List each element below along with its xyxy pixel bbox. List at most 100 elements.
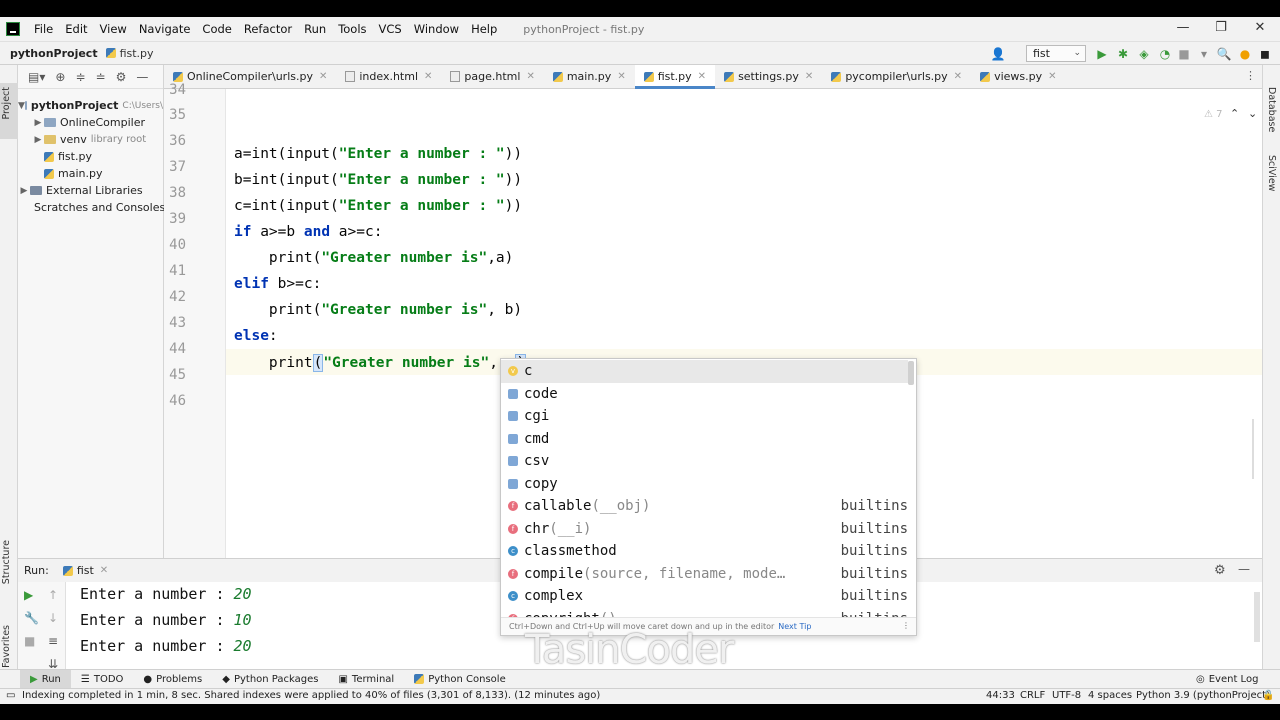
close-icon[interactable]: ✕ bbox=[617, 71, 625, 82]
soft-wrap-icon[interactable]: ≡ bbox=[48, 634, 58, 648]
menu-view[interactable]: View bbox=[94, 22, 133, 36]
line-separator[interactable]: CRLF bbox=[1020, 690, 1045, 701]
stop-icon[interactable]: ■ bbox=[24, 634, 35, 648]
chevron-up-icon[interactable]: ⌃ bbox=[1230, 107, 1239, 120]
tool-tab-todo[interactable]: ☰ TODO bbox=[71, 670, 134, 689]
indent-setting[interactable]: 4 spaces bbox=[1088, 690, 1132, 701]
python-interpreter[interactable]: Python 3.9 (pythonProject) bbox=[1136, 690, 1270, 701]
completion-item[interactable]: csv bbox=[501, 450, 908, 473]
maximize-icon[interactable]: ❐ bbox=[1211, 20, 1231, 38]
jetbrains-icon[interactable]: ◼ bbox=[1257, 46, 1273, 62]
project-tool-label[interactable]: Project bbox=[1, 87, 12, 120]
tab-main-py[interactable]: main.py ✕ bbox=[544, 65, 635, 88]
completion-item[interactable]: cgi bbox=[501, 405, 908, 428]
structure-tool-label[interactable]: Structure bbox=[1, 540, 12, 584]
user-icon[interactable]: 👤 bbox=[990, 46, 1006, 62]
console-scrollbar[interactable] bbox=[1254, 592, 1260, 642]
status-message[interactable]: Indexing completed in 1 min, 8 sec. Shar… bbox=[22, 690, 600, 701]
arrow-up-icon[interactable]: ↑ bbox=[48, 588, 58, 602]
completion-item[interactable]: c classmethod builtins bbox=[501, 540, 908, 563]
menu-run[interactable]: Run bbox=[298, 22, 332, 36]
run-tab-fist[interactable]: fist ✕ bbox=[62, 564, 108, 577]
completion-item[interactable]: code bbox=[501, 383, 908, 406]
file-encoding[interactable]: UTF-8 bbox=[1052, 690, 1081, 701]
expand-icon[interactable]: ≐ bbox=[96, 70, 106, 84]
arrow-down-icon[interactable]: ↓ bbox=[48, 611, 58, 625]
chevron-down-icon[interactable]: ⌄ bbox=[1248, 107, 1257, 120]
locate-icon[interactable]: ⊕ bbox=[55, 70, 65, 84]
close-icon[interactable]: ✕ bbox=[424, 71, 432, 82]
tree-item-onlinecompiler[interactable]: ▶ OnlineCompiler bbox=[18, 114, 163, 131]
tool-tab-python-packages[interactable]: ◆ Python Packages bbox=[212, 670, 328, 689]
tool-tab-problems[interactable]: ● Problems bbox=[133, 670, 212, 689]
completion-item[interactable]: cmd bbox=[501, 428, 908, 451]
gear-icon[interactable]: ⚙ bbox=[1214, 563, 1226, 578]
menu-navigate[interactable]: Navigate bbox=[133, 22, 197, 36]
wrench-icon[interactable]: 🔧 bbox=[24, 611, 39, 625]
close-icon[interactable]: ✕ bbox=[100, 565, 108, 576]
tab-fist-py[interactable]: fist.py ✕ bbox=[634, 65, 716, 89]
breadcrumb-file[interactable]: fist.py bbox=[105, 47, 154, 60]
tree-item-main-py[interactable]: main.py bbox=[18, 165, 163, 182]
stop-icon[interactable]: ■ bbox=[1176, 46, 1192, 62]
completion-item[interactable]: f chr (__i) builtins bbox=[501, 518, 908, 541]
popup-scrollbar[interactable] bbox=[908, 361, 914, 385]
search-icon[interactable]: 🔍 bbox=[1216, 46, 1232, 62]
close-icon[interactable]: ✕ bbox=[319, 71, 327, 82]
status-layout-icon[interactable]: ▭ bbox=[6, 690, 15, 701]
tab-pycompiler-urls[interactable]: pycompiler\urls.py ✕ bbox=[822, 65, 971, 88]
tab-index-html[interactable]: index.html ✕ bbox=[336, 65, 441, 88]
menu-refactor[interactable]: Refactor bbox=[238, 22, 298, 36]
tree-item-scratches[interactable]: Scratches and Consoles bbox=[18, 199, 165, 216]
minimize-icon[interactable]: — bbox=[1173, 20, 1193, 38]
tree-item-external-libraries[interactable]: ▶ External Libraries bbox=[18, 182, 163, 199]
tool-tab-python-console[interactable]: Python Console bbox=[404, 670, 516, 689]
tab-settings-py[interactable]: settings.py ✕ bbox=[715, 65, 822, 88]
favorites-tool-label[interactable]: Favorites bbox=[1, 625, 12, 668]
run-icon[interactable]: ▶ bbox=[1094, 46, 1110, 62]
menu-tools[interactable]: Tools bbox=[332, 22, 372, 36]
completion-item[interactable]: f compile (source, filename, mode… builtins bbox=[501, 563, 908, 586]
close-icon[interactable]: ✕ bbox=[1048, 71, 1056, 82]
tool-tab-terminal[interactable]: ▣ Terminal bbox=[328, 670, 404, 689]
database-tool-label[interactable]: Database bbox=[1266, 87, 1277, 132]
menu-window[interactable]: Window bbox=[408, 22, 465, 36]
run-configuration-select[interactable]: fist ⌄ bbox=[1026, 45, 1086, 62]
more-icon[interactable]: ⋮ bbox=[902, 621, 910, 630]
close-icon[interactable]: ✕ bbox=[1250, 20, 1270, 38]
hide-icon[interactable]: — bbox=[136, 70, 148, 84]
tool-tab-run[interactable]: ▶ Run bbox=[20, 669, 71, 689]
menu-code[interactable]: Code bbox=[196, 22, 237, 36]
close-icon[interactable]: ✕ bbox=[954, 71, 962, 82]
vcs-icon[interactable]: ▾ bbox=[1196, 46, 1212, 62]
update-icon[interactable]: ● bbox=[1237, 46, 1253, 62]
tab-views-py[interactable]: views.py ✕ bbox=[971, 65, 1065, 88]
menu-file[interactable]: File bbox=[28, 22, 59, 36]
close-icon[interactable]: ✕ bbox=[526, 71, 534, 82]
tab-onlinecompiler-urls[interactable]: OnlineCompiler\urls.py ✕ bbox=[164, 65, 336, 88]
menu-edit[interactable]: Edit bbox=[59, 22, 93, 36]
tool-tab-event-log[interactable]: ◎ Event Log bbox=[1186, 670, 1268, 689]
hide-icon[interactable]: — bbox=[1238, 562, 1250, 576]
tab-page-html[interactable]: page.html ✕ bbox=[441, 65, 543, 88]
project-view-icon[interactable]: ▤▾ bbox=[28, 70, 45, 84]
gear-icon[interactable]: ⚙ bbox=[116, 70, 127, 84]
close-icon[interactable]: ✕ bbox=[805, 71, 813, 82]
breadcrumb-project[interactable]: pythonProject bbox=[10, 47, 98, 60]
rerun-icon[interactable]: ▶ bbox=[24, 588, 33, 602]
completion-item[interactable]: copy bbox=[501, 473, 908, 496]
debug-icon[interactable]: ✱ bbox=[1115, 46, 1131, 62]
profile-icon[interactable]: ◔ bbox=[1157, 46, 1173, 62]
caret-position[interactable]: 44:33 bbox=[986, 690, 1015, 701]
menu-help[interactable]: Help bbox=[465, 22, 503, 36]
collapse-icon[interactable]: ≑ bbox=[75, 70, 85, 84]
warnings-indicator[interactable]: ⚠ 7 bbox=[1204, 109, 1223, 120]
completion-item[interactable]: vc bbox=[501, 360, 908, 383]
lock-icon[interactable]: 🔒 bbox=[1262, 690, 1274, 701]
editor-scrollbar[interactable] bbox=[1252, 419, 1260, 479]
menu-vcs[interactable]: VCS bbox=[373, 22, 408, 36]
tree-item-fist-py[interactable]: fist.py bbox=[18, 148, 163, 165]
tree-item-venv[interactable]: ▶ venv library root bbox=[18, 131, 163, 148]
tabs-menu-icon[interactable]: ⋮ bbox=[1245, 69, 1256, 82]
coverage-icon[interactable]: ◈ bbox=[1136, 46, 1152, 62]
